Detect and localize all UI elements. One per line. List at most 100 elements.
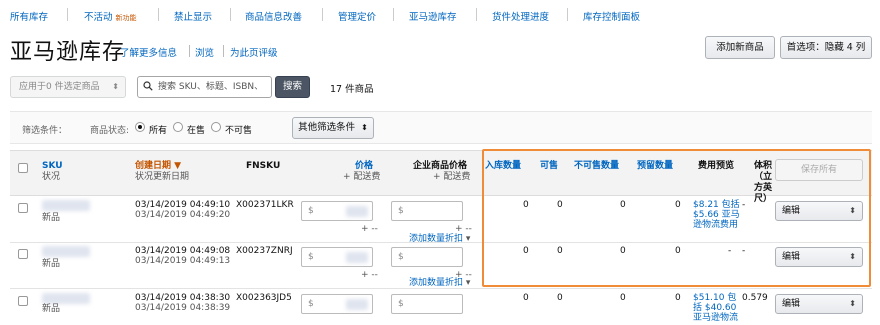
top-navigation: 所有库存 不活动 新功能 禁止显示 商品信息改善 管理定价 亚马逊库存 货件处理进…: [0, 0, 880, 28]
nav-divider: [322, 8, 323, 21]
item-count: 17 件商品: [330, 84, 374, 95]
nav-divider: [158, 8, 159, 21]
radio-unsellable[interactable]: [211, 122, 221, 132]
sku-redacted: [42, 246, 90, 257]
nav-divider: [393, 8, 394, 21]
col-condition: 状况: [42, 172, 61, 182]
currency-symbol: $: [398, 206, 404, 216]
bulk-action-select[interactable]: 应用于0 件选定商品 ⬍: [10, 76, 126, 98]
col-business-price: 企业商品价格: [413, 161, 468, 171]
edit-dropdown[interactable]: 编辑 ⬍: [775, 294, 863, 314]
nav-shipment-progress[interactable]: 货件处理进度: [492, 9, 549, 23]
col-price[interactable]: 价格: [355, 161, 373, 172]
updated-date: 03/14/2019 04:49:20: [135, 210, 231, 220]
volume-value: -: [742, 200, 746, 210]
add-quantity-discount-link[interactable]: 添加数量折扣 ▾: [409, 278, 470, 289]
unsellable-qty: 0: [620, 246, 626, 256]
filter-bar: 筛选条件： 商品状态: 所有 在售 不可售 其他筛选条件 ⬍: [10, 111, 872, 144]
business-price-input[interactable]: $: [391, 247, 463, 267]
status-label: 商品状态:: [90, 126, 130, 136]
col-price-sub: + 配送费: [343, 172, 381, 182]
nav-amazon-inventory[interactable]: 亚马逊库存: [409, 9, 457, 23]
select-all-checkbox[interactable]: [18, 163, 28, 173]
reserved-qty: 0: [675, 200, 681, 210]
inbound-qty: 0: [523, 293, 529, 303]
radio-active-label: 在售: [187, 126, 206, 136]
col-fee-preview: 费用预览: [698, 161, 735, 171]
search-button[interactable]: 搜索: [275, 76, 310, 98]
price-input[interactable]: $: [301, 247, 373, 267]
price-input[interactable]: $: [301, 294, 373, 314]
available-qty: 0: [557, 293, 563, 303]
nav-manage-pricing[interactable]: 管理定价: [338, 9, 376, 23]
available-qty: 0: [557, 200, 563, 210]
fee-line: -: [728, 246, 732, 256]
learn-more-link[interactable]: 了解更多信息: [120, 45, 177, 59]
col-sku[interactable]: SKU: [42, 161, 63, 172]
caret-down-icon: ▾: [465, 278, 471, 288]
col-status-updated: 状况更新日期: [135, 172, 190, 182]
currency-symbol: $: [398, 252, 404, 262]
col-reserved[interactable]: 预留数量: [637, 161, 673, 172]
fnsku-value: X002363JD5: [236, 293, 292, 303]
rate-page-link[interactable]: 为此页评级: [230, 45, 278, 59]
radio-all-label: 所有: [149, 126, 168, 136]
business-price-input[interactable]: $: [391, 201, 463, 221]
currency-symbol: $: [308, 206, 314, 216]
currency-symbol: $: [308, 299, 314, 309]
nav-inventory-dashboard[interactable]: 库存控制面板: [583, 9, 640, 23]
business-price-input[interactable]: $: [391, 294, 463, 314]
reserved-qty: 0: [675, 246, 681, 256]
more-filters-button[interactable]: 其他筛选条件 ⬍: [292, 117, 374, 139]
select-arrows-icon: ⬍: [849, 206, 856, 215]
sort-desc-icon: ▼: [174, 161, 182, 171]
inbound-qty: 0: [523, 200, 529, 210]
price-input[interactable]: $: [301, 201, 373, 221]
col-fnsku: FNSKU: [246, 161, 281, 171]
sku-redacted: [42, 200, 90, 211]
edit-dropdown[interactable]: 编辑 ⬍: [775, 201, 863, 221]
row-checkbox[interactable]: [18, 203, 28, 213]
row-checkbox[interactable]: [18, 249, 28, 259]
fee-line[interactable]: 逊物流费用: [693, 220, 738, 231]
nav-listing-quality[interactable]: 商品信息改善: [245, 9, 302, 23]
updated-date: 03/14/2019 04:49:13: [135, 256, 231, 266]
nav-all-inventory[interactable]: 所有库存: [10, 9, 48, 23]
fnsku-value: X00237ZNRJ: [236, 246, 293, 256]
bulk-action-label: 应用于0 件选定商品: [19, 82, 100, 92]
nav-divider: [230, 8, 231, 21]
header-divider: [189, 45, 190, 57]
edit-label: 编辑: [782, 299, 801, 309]
nav-inactive[interactable]: 不活动 新功能: [84, 9, 137, 23]
col-created-date[interactable]: 创建日期 ▼: [135, 161, 181, 172]
radio-active[interactable]: [173, 122, 183, 132]
col-unsellable[interactable]: 不可售数量: [574, 161, 619, 172]
nav-divider: [567, 8, 568, 21]
currency-symbol: $: [398, 299, 404, 309]
row-checkbox[interactable]: [18, 296, 28, 306]
page-title: 亚马逊库存: [10, 40, 126, 65]
table-row: 新品 03/14/2019 04:49:10 03/14/2019 04:49:…: [10, 197, 872, 244]
col-inbound[interactable]: 入库数量: [485, 161, 521, 172]
col-created-date-label: 创建日期: [135, 161, 172, 171]
save-all-button[interactable]: 保存所有: [775, 159, 863, 181]
select-arrows-icon: ⬍: [849, 252, 856, 261]
inbound-qty: 0: [523, 246, 529, 256]
add-product-button[interactable]: 添加新商品: [705, 36, 775, 59]
reserved-qty: 0: [675, 293, 681, 303]
browse-link[interactable]: 浏览: [195, 45, 214, 59]
edit-dropdown[interactable]: 编辑 ⬍: [775, 247, 863, 267]
preferences-button[interactable]: 首选项：隐藏 4 列: [780, 36, 872, 59]
currency-symbol: $: [308, 252, 314, 262]
new-feature-badge: 新功能: [115, 14, 137, 22]
condition-text: 新品: [42, 304, 61, 314]
table-header: SKU 状况 创建日期 ▼ 状况更新日期 FNSKU 价格 + 配送费 企业商品…: [10, 150, 872, 204]
search-input[interactable]: 搜索 SKU、标题、ISBN、: [137, 76, 272, 98]
volume-value: -: [742, 246, 746, 256]
fee-line[interactable]: 亚马逊物流: [693, 313, 738, 324]
unsellable-qty: 0: [620, 200, 626, 210]
col-available[interactable]: 可售: [540, 161, 558, 172]
radio-all[interactable]: [135, 122, 145, 132]
nav-suppressed[interactable]: 禁止显示: [174, 9, 212, 23]
table-row: 新品 03/14/2019 04:38:30 03/14/2019 04:38:…: [10, 290, 872, 325]
